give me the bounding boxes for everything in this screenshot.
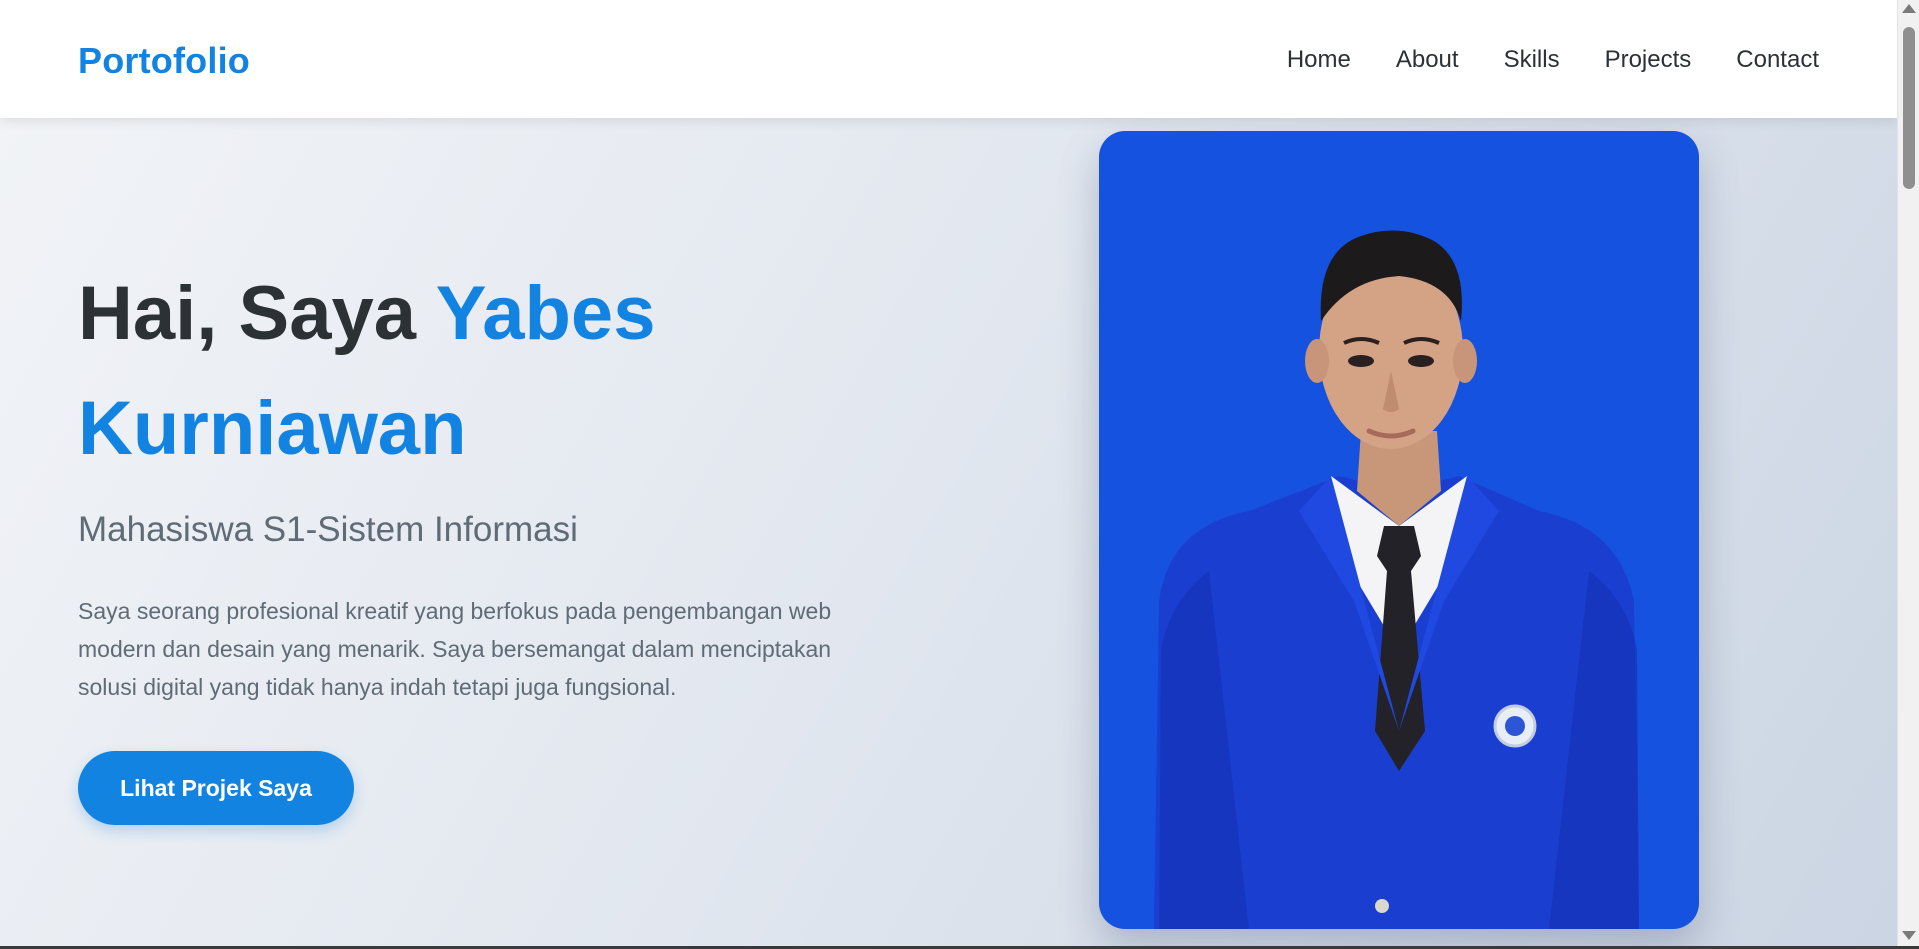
hero-greeting: Hai, Saya — [78, 271, 436, 356]
scroll-up-arrow-icon[interactable] — [1902, 4, 1916, 13]
navbar: Portofolio Home About Skills Projects Co… — [0, 0, 1897, 118]
nav-links: Home About Skills Projects Contact — [1287, 46, 1819, 74]
hero-title: Hai, Saya Yabes Kurniawan — [78, 256, 898, 486]
hero-description: Saya seorang profesional kreatif yang be… — [78, 598, 832, 700]
brand-logo[interactable]: Portofolio — [78, 40, 250, 82]
hero-subtitle: Mahasiswa S1-Sistem Informasi — [78, 510, 578, 549]
nav-link-projects[interactable]: Projects — [1605, 46, 1692, 74]
nav-link-contact[interactable]: Contact — [1736, 46, 1819, 74]
page-viewport: Portofolio Home About Skills Projects Co… — [0, 0, 1897, 946]
scroll-down-arrow-icon[interactable] — [1902, 931, 1916, 940]
nav-link-home[interactable]: Home — [1287, 46, 1351, 74]
page-scrollbar[interactable] — [1897, 0, 1919, 946]
view-projects-button[interactable]: Lihat Projek Saya — [78, 751, 354, 825]
scrollbar-thumb[interactable] — [1903, 27, 1915, 189]
nav-link-skills[interactable]: Skills — [1504, 46, 1560, 74]
nav-link-about[interactable]: About — [1396, 46, 1459, 74]
profile-photo — [1099, 131, 1699, 929]
profile-portrait-illustration — [1154, 230, 1639, 929]
